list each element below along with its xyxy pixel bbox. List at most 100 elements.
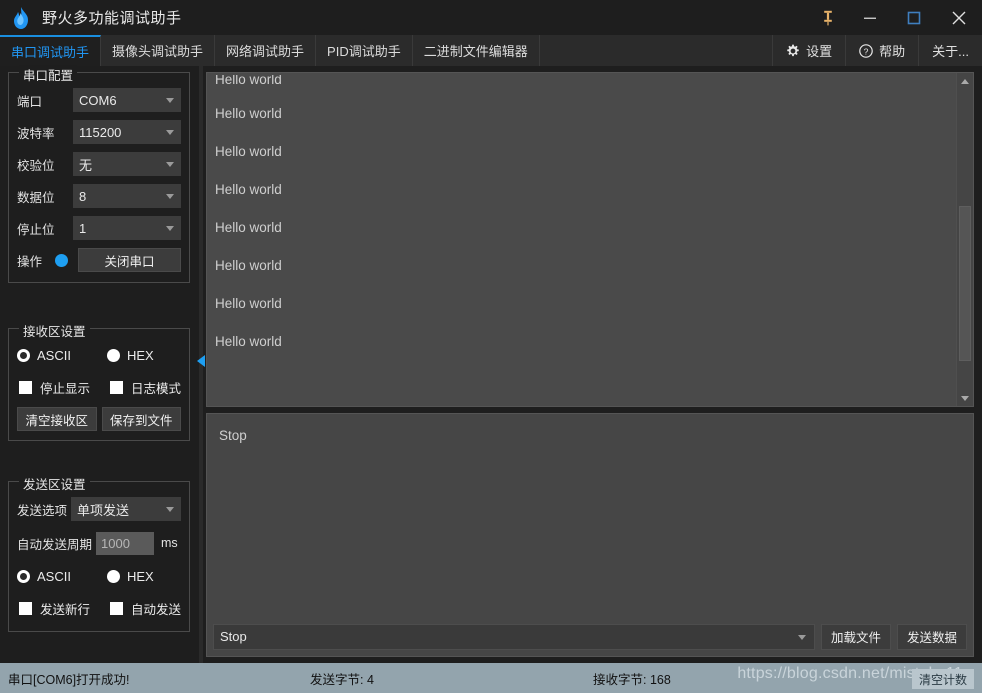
flame-logo-icon	[6, 3, 36, 33]
send-ascii-radio[interactable]: ASCII	[17, 569, 71, 584]
checkbox-icon	[110, 601, 123, 615]
send-option-select[interactable]: 单项发送	[71, 497, 181, 521]
send-options-row: 发送新行 自动发送	[17, 596, 181, 620]
serial-config-legend: 串口配置	[19, 65, 78, 84]
parity-row: 校验位 无	[17, 151, 181, 177]
chevron-down-icon	[166, 194, 174, 199]
auto-period-unit: ms	[161, 536, 178, 550]
send-newline-checkbox[interactable]: 发送新行	[19, 599, 90, 618]
baud-select[interactable]: 115200	[73, 120, 181, 144]
collapse-left-arrow-icon[interactable]	[197, 355, 205, 367]
scroll-down-arrow-icon[interactable]	[957, 390, 973, 406]
settings-button[interactable]: 设置	[772, 35, 846, 66]
port-row: 端口 COM6	[17, 87, 181, 113]
window-controls	[808, 0, 982, 35]
send-hex-radio[interactable]: HEX	[106, 569, 154, 584]
send-ascii-label: ASCII	[37, 568, 71, 584]
clear-receive-button[interactable]: 清空接收区	[17, 407, 97, 431]
tab-network-assistant[interactable]: 网络调试助手	[215, 35, 317, 66]
load-file-button[interactable]: 加载文件	[821, 623, 891, 650]
log-mode-label: 日志模式	[131, 381, 182, 396]
send-settings-legend: 发送区设置	[19, 474, 90, 493]
receive-hex-label: HEX	[126, 347, 154, 363]
receive-scrollbar[interactable]	[956, 73, 973, 406]
send-history-value: Stop	[220, 629, 247, 644]
tab-pid-assistant[interactable]: PID调试助手	[316, 35, 413, 66]
chevron-down-icon	[166, 130, 174, 135]
tab-label: 二进制文件编辑器	[423, 44, 528, 59]
receive-line: Hello world	[215, 334, 282, 349]
app-title: 野火多功能调试助手	[42, 10, 182, 27]
tab-label: PID调试助手	[327, 44, 401, 59]
scrollbar-thumb[interactable]	[959, 206, 971, 361]
left-config-panel: 串口配置 端口 COM6 波特率 115200 校验位 无 数据位 8 停止位 …	[0, 65, 196, 663]
chevron-down-icon	[166, 98, 174, 103]
receive-settings-group: 接收区设置 ASCII HEX 停止显示 日志模式 清空接收区 保存到文件	[8, 321, 190, 441]
radio-unselected-icon	[106, 569, 120, 583]
send-text-input[interactable]: Stop	[213, 420, 967, 619]
tab-label: 摄像头调试助手	[112, 44, 204, 59]
checkbox-icon	[110, 380, 123, 394]
receive-settings-legend: 接收区设置	[19, 321, 90, 340]
svg-text:?: ?	[864, 46, 869, 56]
radio-selected-icon	[17, 348, 30, 362]
baud-value: 115200	[79, 124, 122, 140]
help-label: 帮助	[879, 44, 906, 59]
pin-icon[interactable]	[808, 0, 848, 35]
send-newline-label: 发送新行	[40, 602, 91, 617]
receive-line: Hello world	[215, 182, 282, 197]
about-button[interactable]: 关于...	[918, 35, 982, 66]
tab-serial-assistant[interactable]: 串口调试助手	[0, 35, 102, 66]
receive-ascii-radio[interactable]: ASCII	[17, 348, 71, 363]
parity-value: 无	[79, 157, 93, 173]
stop-bits-label: 停止位	[17, 222, 55, 237]
receive-line: Hello world	[215, 106, 282, 121]
send-history-combo[interactable]: Stop	[213, 623, 815, 650]
baud-label: 波特率	[17, 126, 55, 141]
stop-bits-value: 1	[79, 220, 87, 236]
receive-line: Hello world	[215, 258, 282, 273]
auto-send-checkbox[interactable]: 自动发送	[110, 599, 181, 618]
tab-label: 串口调试助手	[11, 45, 90, 60]
clear-count-button[interactable]: 清空计数	[911, 669, 974, 689]
send-option-row: 发送选项 单项发送	[17, 496, 181, 522]
save-to-file-button[interactable]: 保存到文件	[101, 407, 181, 431]
auto-period-input[interactable]	[96, 531, 155, 555]
help-button[interactable]: ? 帮助	[845, 35, 919, 66]
stop-display-checkbox[interactable]: 停止显示	[19, 378, 90, 397]
stop-bits-select[interactable]: 1	[73, 216, 181, 240]
parity-select[interactable]: 无	[73, 152, 181, 176]
connection-status-led	[55, 253, 68, 267]
baud-row: 波特率 115200	[17, 119, 181, 145]
maximize-button[interactable]	[892, 0, 936, 35]
chevron-down-icon	[166, 226, 174, 231]
port-value: COM6	[79, 92, 117, 108]
scroll-up-arrow-icon[interactable]	[957, 73, 973, 89]
close-serial-button[interactable]: 关闭串口	[78, 248, 181, 272]
minimize-button[interactable]	[848, 0, 892, 35]
main-content: 串口配置 端口 COM6 波特率 115200 校验位 无 数据位 8 停止位 …	[0, 65, 982, 663]
receive-line: Hello world	[215, 220, 282, 235]
checkbox-icon	[19, 380, 32, 394]
send-area: Stop Stop 加载文件 发送数据	[206, 413, 974, 657]
log-mode-checkbox[interactable]: 日志模式	[110, 378, 181, 397]
receive-line: Hello world	[215, 75, 282, 87]
send-option-label: 发送选项	[17, 503, 68, 518]
send-data-button[interactable]: 发送数据	[897, 623, 967, 650]
tab-camera-assistant[interactable]: 摄像头调试助手	[101, 35, 216, 66]
send-option-value: 单项发送	[77, 502, 130, 518]
data-bits-value: 8	[79, 188, 87, 204]
receive-area[interactable]: Hello world Hello world Hello world Hell…	[206, 72, 974, 407]
tab-binary-editor[interactable]: 二进制文件编辑器	[412, 35, 540, 66]
receive-text-view[interactable]: Hello world Hello world Hello world Hell…	[207, 73, 956, 406]
status-connection: 串口[COM6]打开成功!	[8, 672, 130, 687]
auto-period-label: 自动发送周期	[17, 537, 93, 552]
scrollbar-track[interactable]	[957, 89, 973, 390]
receive-hex-radio[interactable]: HEX	[106, 347, 154, 363]
close-button[interactable]	[936, 0, 982, 35]
panel-splitter[interactable]	[196, 66, 206, 663]
send-format-row: ASCII HEX	[17, 564, 181, 588]
chevron-down-icon	[166, 507, 174, 512]
data-bits-select[interactable]: 8	[73, 184, 181, 208]
port-select[interactable]: COM6	[73, 88, 181, 112]
